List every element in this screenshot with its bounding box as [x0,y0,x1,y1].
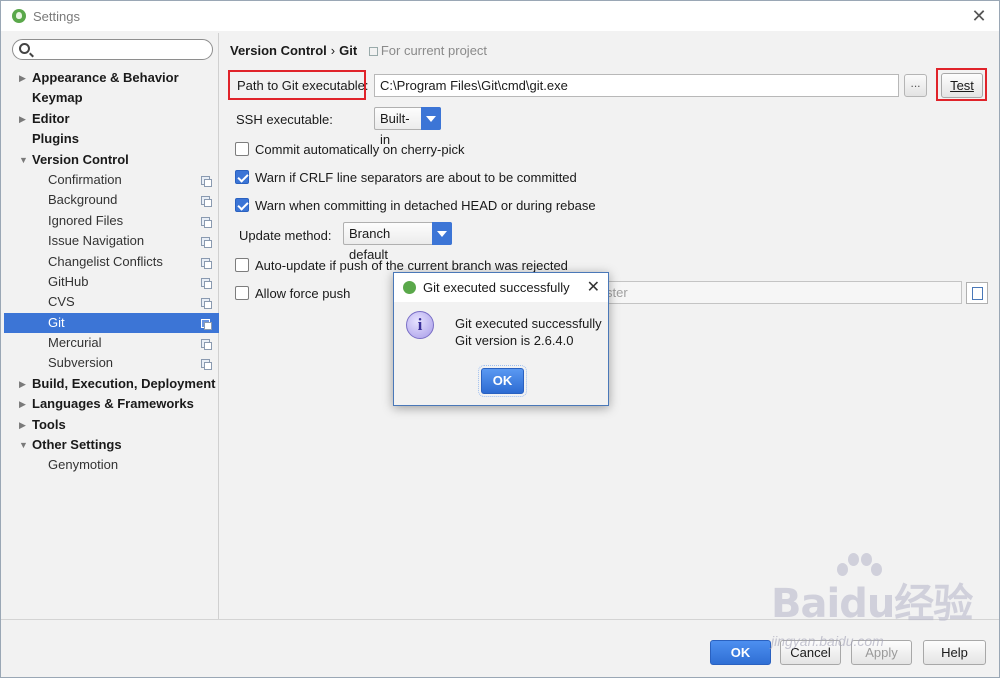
project-scope-icon [201,359,212,371]
breadcrumb-current: Git [339,43,358,58]
git-success-dialog: Git executed successfully ✕ i Git execut… [393,272,609,406]
project-scope-icon [201,339,212,351]
dialog-message: Git executed successfully Git version is… [455,315,602,349]
project-scope-icon [201,216,212,228]
sidebar-item-editor[interactable]: ▶ Editor [4,109,219,129]
cherry-pick-checkbox[interactable] [235,142,249,156]
expand-arrow-icon[interactable]: ▶ [19,415,29,435]
sidebar-item-changelist-conflicts[interactable]: Changelist Conflicts [4,252,219,272]
auto-update-checkbox[interactable] [235,258,249,272]
sidebar-item-background[interactable]: Background [4,190,219,210]
detached-head-checkbox[interactable] [235,198,249,212]
collapse-arrow-icon[interactable]: ▼ [19,435,29,455]
auto-update-label: Auto-update if push of the current branc… [255,258,568,273]
expand-arrow-icon[interactable]: ▶ [19,109,29,129]
help-button[interactable]: Help [923,640,986,665]
sidebar-item-issue-navigation[interactable]: Issue Navigation [4,231,219,251]
force-push-label: Allow force push [255,286,351,301]
test-button[interactable]: Test [941,73,983,98]
expand-field-icon[interactable] [966,282,988,304]
breadcrumb: Version Control › Git For current project [230,43,487,58]
sidebar-item-github[interactable]: GitHub [4,272,219,292]
project-scope-icon [201,175,212,187]
project-scope-icon [201,298,212,310]
collapse-arrow-icon[interactable]: ▼ [19,150,29,170]
sidebar-item-ignored-files[interactable]: Ignored Files [4,211,219,231]
sidebar-item-cvs[interactable]: CVS [4,292,219,312]
info-icon: i [406,311,434,339]
detached-head-label: Warn when committing in detached HEAD or… [255,198,596,213]
sidebar-item-plugins[interactable]: Plugins [4,129,219,149]
update-method-select[interactable]: Branch default [343,222,452,262]
breadcrumb-parent: Version Control [230,43,327,58]
watermark-brand: Baidu经验 [771,581,973,627]
dialog-message-line2: Git version is 2.6.4.0 [455,333,574,348]
paw-icon [833,551,882,581]
settings-tree: ▶ Appearance & Behavior Keymap ▶ Editor Pl… [4,68,219,476]
sidebar-item-keymap[interactable]: Keymap [4,88,219,108]
breadcrumb-scope: For current project [380,43,488,58]
sidebar-item-appearance[interactable]: ▶ Appearance & Behavior [4,68,219,88]
android-studio-icon [12,9,26,23]
sidebar-item-languages[interactable]: ▶ Languages & Frameworks [4,394,219,414]
search-input[interactable] [12,39,213,60]
crlf-warning-label: Warn if CRLF line separators are about t… [255,170,577,185]
expand-arrow-icon[interactable]: ▶ [19,394,29,414]
dialog-title: Git executed successfully [423,280,570,295]
sidebar-item-mercurial[interactable]: Mercurial [4,333,219,353]
dialog-ok-button[interactable]: OK [478,365,527,397]
search-icon [19,43,30,54]
chevron-down-icon[interactable] [432,222,452,245]
update-method-value: Branch default [349,226,391,262]
browse-button[interactable]: ... [904,74,927,97]
project-scope-icon [201,237,212,249]
settings-sidebar: ▶ Appearance & Behavior Keymap ▶ Editor Pl… [4,33,219,619]
cherry-pick-label: Commit automatically on cherry-pick [255,142,465,157]
baidu-watermark: Baidu经验 [771,553,973,629]
expand-arrow-icon[interactable]: ▶ [19,68,29,88]
ssh-executable-label: SSH executable: [236,112,333,127]
breadcrumb-separator: › [330,43,336,58]
android-studio-icon [403,281,416,294]
dialog-title-bar: Git executed successfully ✕ [394,273,608,302]
close-icon[interactable]: ✕ [969,6,989,26]
crlf-warning-checkbox[interactable] [235,170,249,184]
sidebar-item-other-settings[interactable]: ▼ Other Settings [4,435,219,455]
watermark-url: jingyan.baidu.com [771,633,884,649]
sidebar-item-subversion[interactable]: Subversion [4,353,219,373]
ok-button[interactable]: OK [710,640,771,665]
project-scope-icon [201,277,212,289]
settings-window: Settings ✕ ▶ Appearance & Behavior Keymap… [0,0,1000,678]
sidebar-item-git[interactable]: Git [4,312,219,334]
window-title: Settings [33,8,80,24]
ssh-executable-select[interactable]: Built-in [374,107,441,147]
protected-branches-field[interactable]: ster [600,281,962,304]
close-icon[interactable]: ✕ [587,277,600,297]
sidebar-item-tools[interactable]: ▶ Tools [4,415,219,435]
git-path-field[interactable]: C:\Program Files\Git\cmd\git.exe [374,74,899,97]
project-scope-icon [201,257,212,269]
dialog-message-line1: Git executed successfully [455,316,602,331]
chevron-down-icon[interactable] [421,107,441,130]
project-scope-icon [368,47,378,56]
project-scope-icon [201,196,212,208]
settings-content: Version Control › Git For current project … [220,33,999,619]
expand-arrow-icon[interactable]: ▶ [19,374,29,394]
sidebar-item-build[interactable]: ▶ Build, Execution, Deployment [4,374,219,394]
sidebar-item-confirmation[interactable]: Confirmation [4,170,219,190]
project-scope-icon [201,318,212,330]
force-push-checkbox[interactable] [235,286,249,300]
sidebar-item-genymotion[interactable]: Genymotion [4,455,219,475]
title-bar: Settings ✕ [1,1,999,31]
update-method-label: Update method: [239,228,332,243]
git-path-label: Path to Git executable: [237,78,369,93]
sidebar-item-version-control[interactable]: ▼ Version Control [4,150,219,170]
